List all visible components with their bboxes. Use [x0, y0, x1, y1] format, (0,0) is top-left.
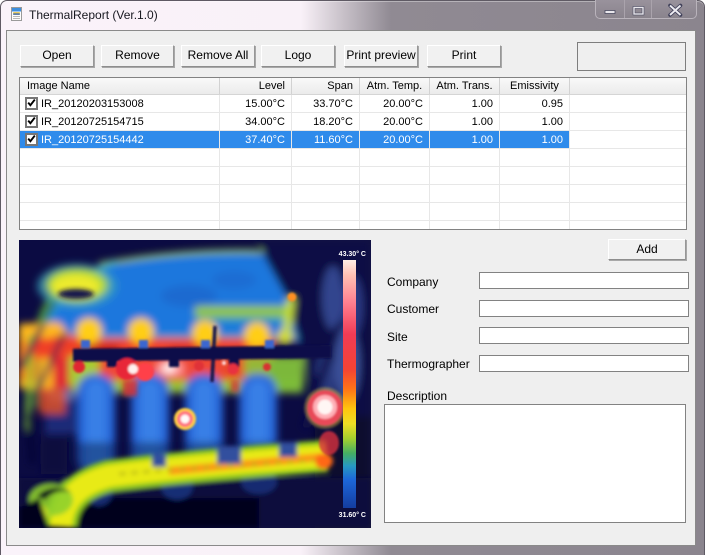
svg-text:31.60° C: 31.60° C — [339, 511, 366, 519]
svg-text:43.30° C: 43.30° C — [339, 250, 366, 258]
